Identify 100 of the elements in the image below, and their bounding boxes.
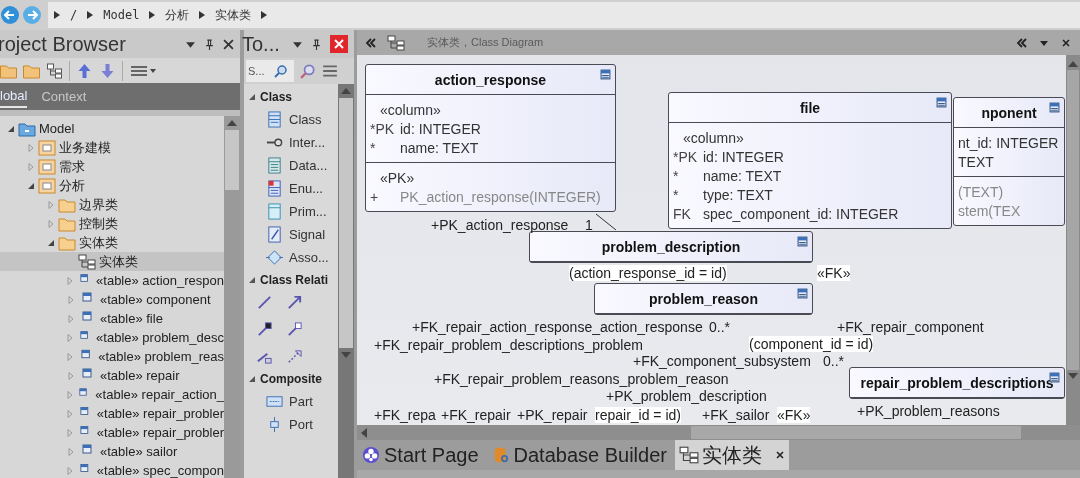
table-element[interactable]: problem_reason: [594, 283, 813, 315]
tree-item[interactable]: «table» component: [100, 292, 211, 307]
document-tab[interactable]: Start Page: [357, 440, 483, 470]
breadcrumb-item[interactable]: /: [70, 8, 78, 22]
tree-item[interactable]: «table» action_respon: [96, 273, 224, 288]
collapse-icon[interactable]: [365, 37, 377, 48]
toolbox-item[interactable]: Data...: [289, 158, 328, 173]
tree-item[interactable]: 分析: [59, 176, 85, 195]
tree-item[interactable]: «table» repair: [100, 368, 180, 383]
expanded-icon[interactable]: [248, 93, 256, 101]
class-icon[interactable]: [266, 111, 283, 128]
section-header[interactable]: Class Relati: [260, 273, 329, 287]
expanded-icon[interactable]: [47, 238, 55, 247]
search-field[interactable]: S...: [246, 61, 274, 81]
tree-item[interactable]: «table» problem_desc: [96, 330, 224, 345]
part-icon[interactable]: [266, 393, 283, 410]
collapsed-icon[interactable]: [27, 143, 35, 152]
line-icon[interactable]: [256, 294, 273, 311]
down-arrow-icon[interactable]: [99, 62, 116, 79]
collapsed-icon[interactable]: [47, 200, 55, 209]
folder-icon[interactable]: [23, 62, 40, 79]
tree-item[interactable]: 需求: [59, 157, 85, 176]
arrow-icon[interactable]: [286, 294, 303, 311]
document-tab[interactable]: 实体类: [674, 440, 789, 470]
close-icon[interactable]: [223, 38, 234, 50]
close-icon[interactable]: [1060, 37, 1072, 48]
table-element[interactable]: file «column» *PK id: INTEGER * name: TEXT * type: TEXT FK spec_component_id: INTEGER: [668, 92, 952, 229]
tree-item[interactable]: «table» problem_reas: [98, 349, 224, 364]
tree-item[interactable]: 控制类: [79, 214, 118, 233]
collapsed-icon[interactable]: [66, 466, 75, 475]
composition-icon[interactable]: [286, 321, 303, 338]
collapse-icon[interactable]: [1016, 37, 1028, 48]
menu-icon[interactable]: [322, 63, 338, 79]
collapsed-icon[interactable]: [47, 219, 55, 228]
tree-item[interactable]: 业务建模: [59, 138, 111, 157]
tree-item[interactable]: «table» file: [100, 311, 163, 326]
up-arrow-icon[interactable]: [76, 62, 93, 79]
table-element[interactable]: repair_problem_descriptions: [849, 367, 1065, 399]
pin-icon[interactable]: [311, 38, 322, 50]
primitive-icon[interactable]: [266, 203, 283, 220]
breadcrumb-item[interactable]: 实体类: [215, 6, 252, 24]
back-icon[interactable]: [0, 5, 20, 25]
expanded-icon[interactable]: [7, 124, 15, 133]
tree-item[interactable]: «table» spec_compon: [96, 463, 224, 478]
toolbox-item[interactable]: Signal: [289, 227, 326, 242]
toolbox-item[interactable]: Enu...: [289, 181, 323, 196]
scroll-thumb[interactable]: [691, 426, 1021, 439]
forward-icon[interactable]: [22, 5, 42, 25]
scroll-thumb[interactable]: [339, 98, 353, 348]
toolbox-item[interactable]: Prim...: [289, 204, 327, 219]
tree-item[interactable]: Model: [39, 121, 75, 136]
browser-tab[interactable]: lobal: [0, 85, 28, 108]
search-icon[interactable]: [300, 63, 316, 79]
collapsed-icon[interactable]: [67, 295, 75, 304]
collapsed-icon[interactable]: [65, 390, 74, 399]
toolbox-item[interactable]: Asso...: [289, 250, 329, 265]
aggregation-icon[interactable]: [256, 321, 273, 338]
scroll-thumb[interactable]: [1067, 70, 1079, 370]
dependency-icon[interactable]: [286, 348, 303, 365]
section-header[interactable]: Class: [260, 90, 293, 104]
folder-icon[interactable]: [0, 62, 17, 79]
scroll-up-icon[interactable]: [227, 120, 237, 126]
close-icon[interactable]: [774, 450, 785, 460]
collapsed-icon[interactable]: [67, 447, 75, 456]
expanded-icon[interactable]: [248, 276, 256, 284]
tree-item[interactable]: 实体类: [79, 233, 118, 252]
collapsed-icon[interactable]: [65, 276, 74, 285]
expanded-icon[interactable]: [27, 181, 35, 190]
collapsed-icon[interactable]: [66, 352, 75, 361]
toolbox-item[interactable]: Class: [289, 112, 322, 127]
table-element[interactable]: action_response «column» *PK id: INTEGER * name: TEXT «PK» + PK_action_response(INTEGER): [365, 64, 616, 212]
collapsed-icon[interactable]: [65, 333, 74, 342]
scroll-up-icon[interactable]: [341, 88, 351, 94]
tree-item[interactable]: «table» repair_probler: [96, 425, 224, 440]
collapsed-icon[interactable]: [67, 371, 75, 380]
tree-item[interactable]: 边界类: [79, 195, 118, 214]
scroll-up-icon[interactable]: [1068, 61, 1078, 67]
document-tab[interactable]: Database Builder: [486, 440, 671, 470]
selected-row[interactable]: 实体类: [0, 252, 224, 271]
toolbox-item[interactable]: Part: [289, 394, 313, 409]
toolbox-item[interactable]: Port: [289, 417, 313, 432]
collapsed-icon[interactable]: [66, 409, 75, 418]
tree-item[interactable]: 实体类: [99, 252, 138, 271]
diagram-icon[interactable]: [46, 62, 63, 79]
search-box[interactable]: S...: [246, 60, 294, 82]
breadcrumb-item[interactable]: 分析: [165, 6, 190, 24]
breadcrumb-item[interactable]: Model: [103, 8, 140, 22]
expanded-icon[interactable]: [248, 375, 256, 383]
collapsed-icon[interactable]: [27, 162, 35, 171]
collapsed-icon[interactable]: [66, 428, 75, 437]
scroll-thumb[interactable]: [225, 130, 239, 190]
tree-item[interactable]: «table» repair_action_: [95, 387, 224, 402]
datatype-icon[interactable]: [266, 157, 283, 174]
section-header[interactable]: Composite: [260, 372, 322, 386]
association-icon[interactable]: [266, 249, 283, 266]
toolbox-item[interactable]: Inter...: [289, 135, 326, 150]
tree-item[interactable]: «table» sailor: [100, 444, 178, 459]
scroll-left-icon[interactable]: [361, 427, 367, 438]
collapsed-icon[interactable]: [67, 314, 75, 323]
scroll-down-icon[interactable]: [341, 352, 351, 358]
